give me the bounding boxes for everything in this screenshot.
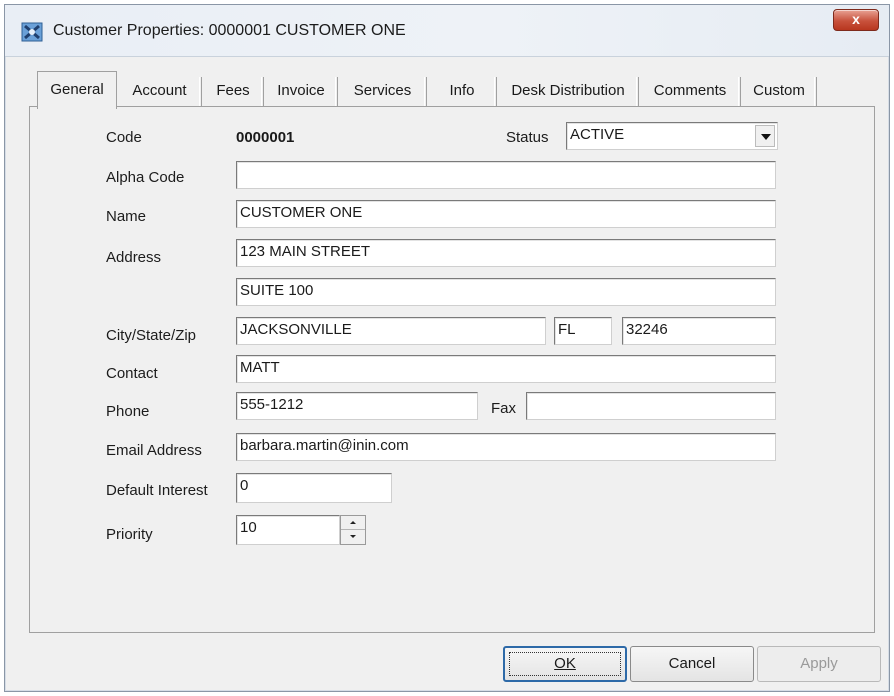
city-state-zip-label: City/State/Zip (106, 327, 197, 344)
tab-fees[interactable]: Fees (202, 77, 264, 107)
city-value: JACKSONVILLE (240, 321, 352, 338)
status-value: ACTIVE (570, 126, 625, 143)
cancel-button-label: Cancel (668, 655, 716, 672)
tab-label: Comments (653, 82, 727, 99)
apply-button[interactable]: Apply (757, 646, 881, 682)
status-select[interactable]: ACTIVE (566, 122, 778, 150)
tab-desk-distribution[interactable]: Desk Distribution (497, 77, 639, 107)
default-interest-field[interactable]: 0 (236, 473, 392, 503)
default-interest-value: 0 (240, 477, 249, 494)
default-interest-label: Default Interest (106, 482, 208, 499)
tab-account[interactable]: Account (117, 77, 202, 107)
email-label: Email Address (106, 442, 202, 459)
general-tab-panel: Code 0000001 Status ACTIVE Alpha Code Na… (29, 106, 875, 633)
apply-button-label: Apply (800, 655, 838, 672)
tab-custom[interactable]: Custom (741, 77, 817, 107)
code-label: Code (106, 129, 142, 146)
ok-button[interactable]: OK (503, 646, 627, 682)
state-field[interactable]: FL (554, 317, 612, 345)
tab-label: Services (353, 82, 412, 99)
close-icon: x (852, 11, 860, 27)
alpha-code-field[interactable] (236, 161, 776, 189)
email-field[interactable]: barbara.martin@inin.com (236, 433, 776, 461)
address-line2-field[interactable]: SUITE 100 (236, 278, 776, 306)
state-value: FL (558, 321, 576, 338)
priority-field[interactable]: 10 (236, 515, 340, 545)
tab-label: Fees (216, 82, 250, 99)
phone-field[interactable]: 555-1212 (236, 392, 478, 420)
phone-value: 555-1212 (240, 396, 304, 413)
tab-label: Info (449, 82, 475, 99)
spin-down-icon[interactable] (341, 530, 365, 544)
contact-label: Contact (106, 365, 158, 382)
priority-stepper[interactable] (340, 515, 366, 545)
tab-info[interactable]: Info (427, 77, 497, 107)
name-label: Name (106, 208, 147, 225)
window-title: Customer Properties: 0000001 CUSTOMER ON… (53, 22, 406, 39)
tab-label: Custom (753, 82, 805, 99)
status-label: Status (506, 129, 549, 146)
tab-label: General (50, 81, 104, 98)
fax-field[interactable] (526, 392, 776, 420)
tab-label: Invoice (277, 82, 325, 99)
fax-label: Fax (491, 400, 517, 417)
priority-label: Priority (106, 526, 153, 543)
title-bar[interactable]: Customer Properties: 0000001 CUSTOMER ON… (5, 5, 889, 57)
alpha-code-label: Alpha Code (106, 169, 185, 186)
tab-services[interactable]: Services (338, 77, 427, 107)
app-icon (21, 22, 43, 42)
contact-field[interactable]: MATT (236, 355, 776, 383)
close-button[interactable]: x (833, 9, 879, 31)
contact-value: MATT (240, 359, 280, 376)
address-label: Address (106, 249, 162, 266)
customer-properties-window: Customer Properties: 0000001 CUSTOMER ON… (4, 4, 890, 692)
cancel-button[interactable]: Cancel (630, 646, 754, 682)
chevron-down-icon[interactable] (755, 125, 775, 147)
address-line1-field[interactable]: 123 MAIN STREET (236, 239, 776, 267)
tab-label: Desk Distribution (511, 82, 625, 99)
zip-field[interactable]: 32246 (622, 317, 776, 345)
name-value: CUSTOMER ONE (240, 204, 363, 221)
address-line1-value: 123 MAIN STREET (240, 243, 371, 260)
spin-up-icon[interactable] (341, 516, 365, 530)
priority-value: 10 (240, 519, 257, 536)
phone-label: Phone (106, 403, 150, 420)
tab-label: Account (132, 82, 187, 99)
name-field[interactable]: CUSTOMER ONE (236, 200, 776, 228)
address-line2-value: SUITE 100 (240, 282, 314, 299)
email-value: barbara.martin@inin.com (240, 437, 409, 454)
tab-general[interactable]: General (37, 71, 117, 109)
code-value: 0000001 (236, 129, 295, 146)
city-field[interactable]: JACKSONVILLE (236, 317, 546, 345)
tab-invoice[interactable]: Invoice (264, 77, 338, 107)
zip-value: 32246 (626, 321, 668, 338)
tab-comments[interactable]: Comments (639, 77, 741, 107)
